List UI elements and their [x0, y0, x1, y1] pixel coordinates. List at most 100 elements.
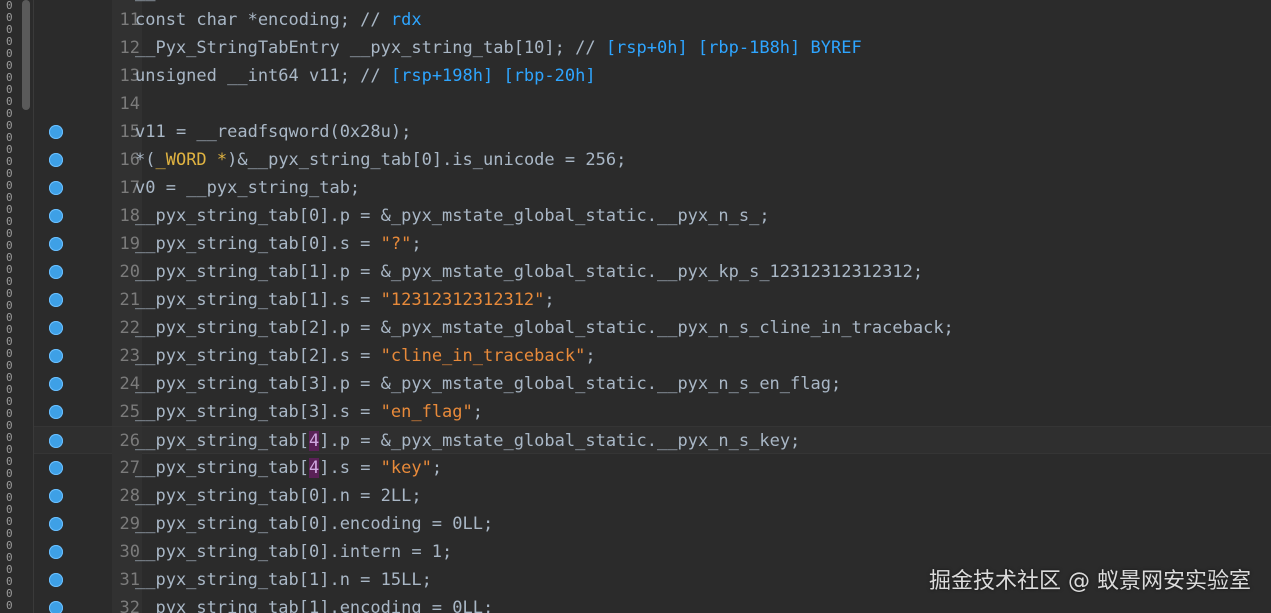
code-text: __pyx_string_tab[2].p = &_pyx_mstate_glo…	[135, 314, 954, 342]
code-token: unsigned __int64 v11; //	[135, 66, 391, 86]
code-line[interactable]: 32 __pyx_string_tab[1].encoding = 0LL;	[34, 594, 1271, 613]
breakpoint-icon[interactable]	[49, 405, 63, 419]
code-token: __pyx_string_tab[2].p = &_pyx_mstate_glo…	[135, 318, 954, 338]
code-token: __pyx_string_tab[0].intern = 1;	[135, 542, 453, 562]
code-line[interactable]: 11 const char *encoding; // rdx	[34, 6, 1271, 34]
overview-ruler[interactable]: 0000000000000000000000000000000000000000…	[0, 0, 18, 613]
line-number: 19	[119, 234, 140, 254]
code-line[interactable]: 17 v0 = __pyx_string_tab;	[34, 174, 1271, 202]
highlighted-token: 4	[309, 458, 320, 478]
code-line[interactable]: 18 __pyx_string_tab[0].p = &_pyx_mstate_g…	[34, 202, 1271, 230]
code-token: ;	[411, 234, 422, 254]
code-text: __pyx_string_tab[2].s = "cline_in_traceb…	[135, 342, 596, 370]
line-number: 29	[119, 514, 140, 534]
code-token: ;	[544, 290, 555, 310]
breakpoint-icon[interactable]	[49, 125, 63, 139]
code-token: __pyx_string_tab[3].p = &_pyx_mstate_glo…	[135, 374, 842, 394]
line-number: 21	[119, 290, 140, 310]
line-number: 16	[119, 150, 140, 170]
breakpoint-icon[interactable]	[49, 293, 63, 307]
code-token: "cline_in_traceback"	[380, 346, 586, 366]
code-line[interactable]: 25 __pyx_string_tab[3].s = "en_flag";	[34, 398, 1271, 426]
code-line[interactable]: 13 unsigned __int64 v11; // [rsp+198h] [r…	[34, 62, 1271, 90]
line-number: 27	[119, 458, 140, 478]
code-line[interactable]: 12 __Pyx_StringTabEntry __pyx_string_tab[…	[34, 34, 1271, 62]
line-number: 12	[119, 38, 140, 58]
breakpoint-icon[interactable]	[49, 153, 63, 167]
code-token: ;	[585, 346, 596, 366]
code-token: [rsp+198h] [rbp-20h]	[390, 66, 596, 86]
code-line[interactable]: 29 __pyx_string_tab[0].encoding = 0LL;	[34, 510, 1271, 538]
breakpoint-icon[interactable]	[49, 265, 63, 279]
breakpoint-icon[interactable]	[49, 573, 63, 587]
code-line[interactable]: 27 __pyx_string_tab[4].s = "key";	[34, 454, 1271, 482]
code-text: __pyx_string_tab[0].p = &_pyx_mstate_glo…	[135, 202, 770, 230]
line-number: 15	[119, 122, 140, 142]
line-number: 14	[119, 94, 140, 114]
breakpoint-icon[interactable]	[49, 181, 63, 195]
line-number: 30	[119, 542, 140, 562]
code-token: const char *encoding; //	[135, 10, 391, 30]
code-token: __Pyx_StringTabEntry __pyx_string_tab[10…	[135, 38, 606, 58]
code-text: __Pyx_StringTabEntry __pyx_string_tab[10…	[135, 34, 862, 62]
code-line[interactable]: 16 *(_WORD *)&__pyx_string_tab[0].is_unic…	[34, 146, 1271, 174]
code-token: "key"	[380, 458, 432, 478]
pseudocode-view[interactable]: __11const char *encoding; // rdx12__Pyx_…	[34, 0, 1271, 613]
code-line[interactable]: 24 __pyx_string_tab[3].p = &_pyx_mstate_g…	[34, 370, 1271, 398]
code-line[interactable]: 14	[34, 90, 1271, 118]
code-token: __pyx_string_tab[0].encoding = 0LL;	[135, 514, 494, 534]
breakpoint-icon[interactable]	[49, 517, 63, 531]
code-line[interactable]: 19 __pyx_string_tab[0].s = "?";	[34, 230, 1271, 258]
breakpoint-icon[interactable]	[49, 349, 63, 363]
code-text: v11 = __readfsqword(0x28u);	[135, 118, 411, 146]
breakpoint-icon[interactable]	[49, 461, 63, 475]
code-line[interactable]: 22 __pyx_string_tab[2].p = &_pyx_mstate_g…	[34, 314, 1271, 342]
code-text: __pyx_string_tab[4].s = "key";	[135, 454, 442, 482]
code-token: "?"	[380, 234, 412, 254]
code-line[interactable]: 30 __pyx_string_tab[0].intern = 1;	[34, 538, 1271, 566]
code-token: ].s =	[319, 458, 381, 478]
breakpoint-icon[interactable]	[49, 321, 63, 335]
line-number: 32	[119, 598, 140, 613]
code-token: v11 = __readfsqword(0x28u);	[135, 122, 412, 142]
breakpoint-icon[interactable]	[49, 545, 63, 559]
code-token: __pyx_string_tab[3].s =	[135, 402, 381, 422]
code-token: "12312312312312"	[380, 290, 545, 310]
vertical-scrollbar[interactable]	[19, 0, 33, 613]
code-token: ].p = &_pyx_mstate_global_static.__pyx_n…	[319, 431, 801, 451]
code-text: __pyx_string_tab[1].p = &_pyx_mstate_glo…	[135, 258, 923, 286]
code-token: rdx	[390, 10, 422, 30]
code-line[interactable]: 20 __pyx_string_tab[1].p = &_pyx_mstate_g…	[34, 258, 1271, 286]
code-token: v0 = __pyx_string_tab;	[135, 178, 361, 198]
code-text: *(_WORD *)&__pyx_string_tab[0].is_unicod…	[135, 146, 626, 174]
code-token: __pyx_string_tab[	[135, 431, 309, 451]
breakpoint-icon[interactable]	[49, 377, 63, 391]
code-text: __pyx_string_tab[0].encoding = 0LL;	[135, 510, 493, 538]
code-line[interactable]: 26 __pyx_string_tab[4].p = &_pyx_mstate_g…	[34, 426, 1271, 455]
breakpoint-icon[interactable]	[49, 434, 63, 448]
code-token: __pyx_string_tab[	[135, 458, 309, 478]
code-token: __pyx_string_tab[1].n = 15LL;	[135, 570, 432, 590]
scrollbar-thumb[interactable]	[22, 0, 30, 110]
breakpoint-icon[interactable]	[49, 489, 63, 503]
code-text: __pyx_string_tab[0].intern = 1;	[135, 538, 452, 566]
breakpoint-icon[interactable]	[49, 601, 63, 613]
line-number: 24	[119, 374, 140, 394]
code-token: __pyx_string_tab[2].s =	[135, 346, 381, 366]
code-token: ;	[431, 458, 443, 478]
code-text: unsigned __int64 v11; // [rsp+198h] [rbp…	[135, 62, 596, 90]
code-text: __pyx_string_tab[3].s = "en_flag";	[135, 398, 483, 426]
code-token: "en_flag"	[380, 402, 473, 422]
breakpoint-icon[interactable]	[49, 209, 63, 223]
code-line[interactable]: 28 __pyx_string_tab[0].n = 2LL;	[34, 482, 1271, 510]
code-line[interactable]: 23 __pyx_string_tab[2].s = "cline_in_trac…	[34, 342, 1271, 370]
code-text: const char *encoding; // rdx	[135, 6, 422, 34]
code-text: __pyx_string_tab[3].p = &_pyx_mstate_glo…	[135, 370, 841, 398]
line-number: 18	[119, 206, 140, 226]
line-number: 31	[119, 570, 140, 590]
code-line[interactable]: 15 v11 = __readfsqword(0x28u);	[34, 118, 1271, 146]
breakpoint-icon[interactable]	[49, 237, 63, 251]
line-number: 25	[119, 402, 140, 422]
line-number: 26	[119, 431, 140, 451]
code-line[interactable]: 21 __pyx_string_tab[1].s = "1231231231231…	[34, 286, 1271, 314]
